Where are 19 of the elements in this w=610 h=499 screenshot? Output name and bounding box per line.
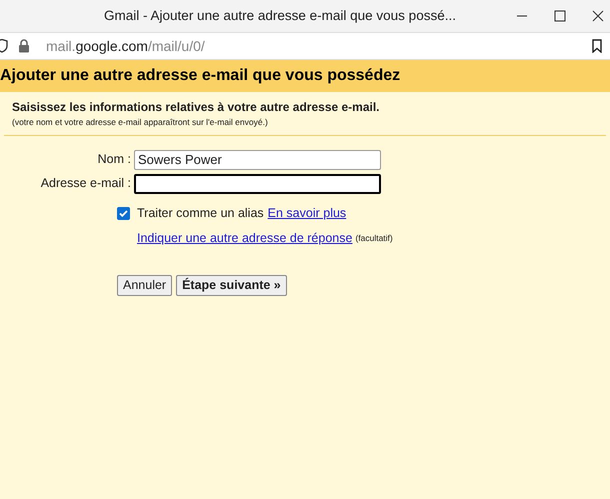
cancel-button[interactable]: Annuler (117, 275, 172, 296)
learn-more-link[interactable]: En savoir plus (268, 204, 346, 222)
input-field[interactable] (134, 174, 381, 194)
optional-note: (facultatif) (355, 232, 393, 244)
lock-icon (18, 39, 30, 53)
field-label: Adresse e-mail : (40, 175, 132, 192)
intro-note: (votre nom et votre adresse e-mail apparaîtront sur l'e-mail envoyé.) (12, 116, 269, 129)
window-title: Gmail - Ajouter une autre adresse e-mail que vous possé... (103, 6, 457, 25)
next-step-button[interactable]: Étape suivante » (176, 275, 287, 296)
close-icon[interactable] (592, 10, 604, 22)
alias-label: Traiter comme un alias (137, 204, 264, 222)
page-title: Ajouter une autre adresse e-mail que vous possédez (0, 66, 400, 86)
intro-heading: Saisissez les informations relatives à votre autre adresse e-mail. (12, 99, 381, 116)
maximize-icon[interactable] (554, 10, 566, 22)
field-label: Nom : (96, 151, 132, 168)
alias-checkbox[interactable] (117, 206, 130, 220)
reply-to-link[interactable]: Indiquer une autre adresse de réponse (137, 228, 352, 248)
bookmark-icon[interactable] (592, 39, 602, 53)
input-field[interactable]: Sowers Power (134, 150, 381, 170)
